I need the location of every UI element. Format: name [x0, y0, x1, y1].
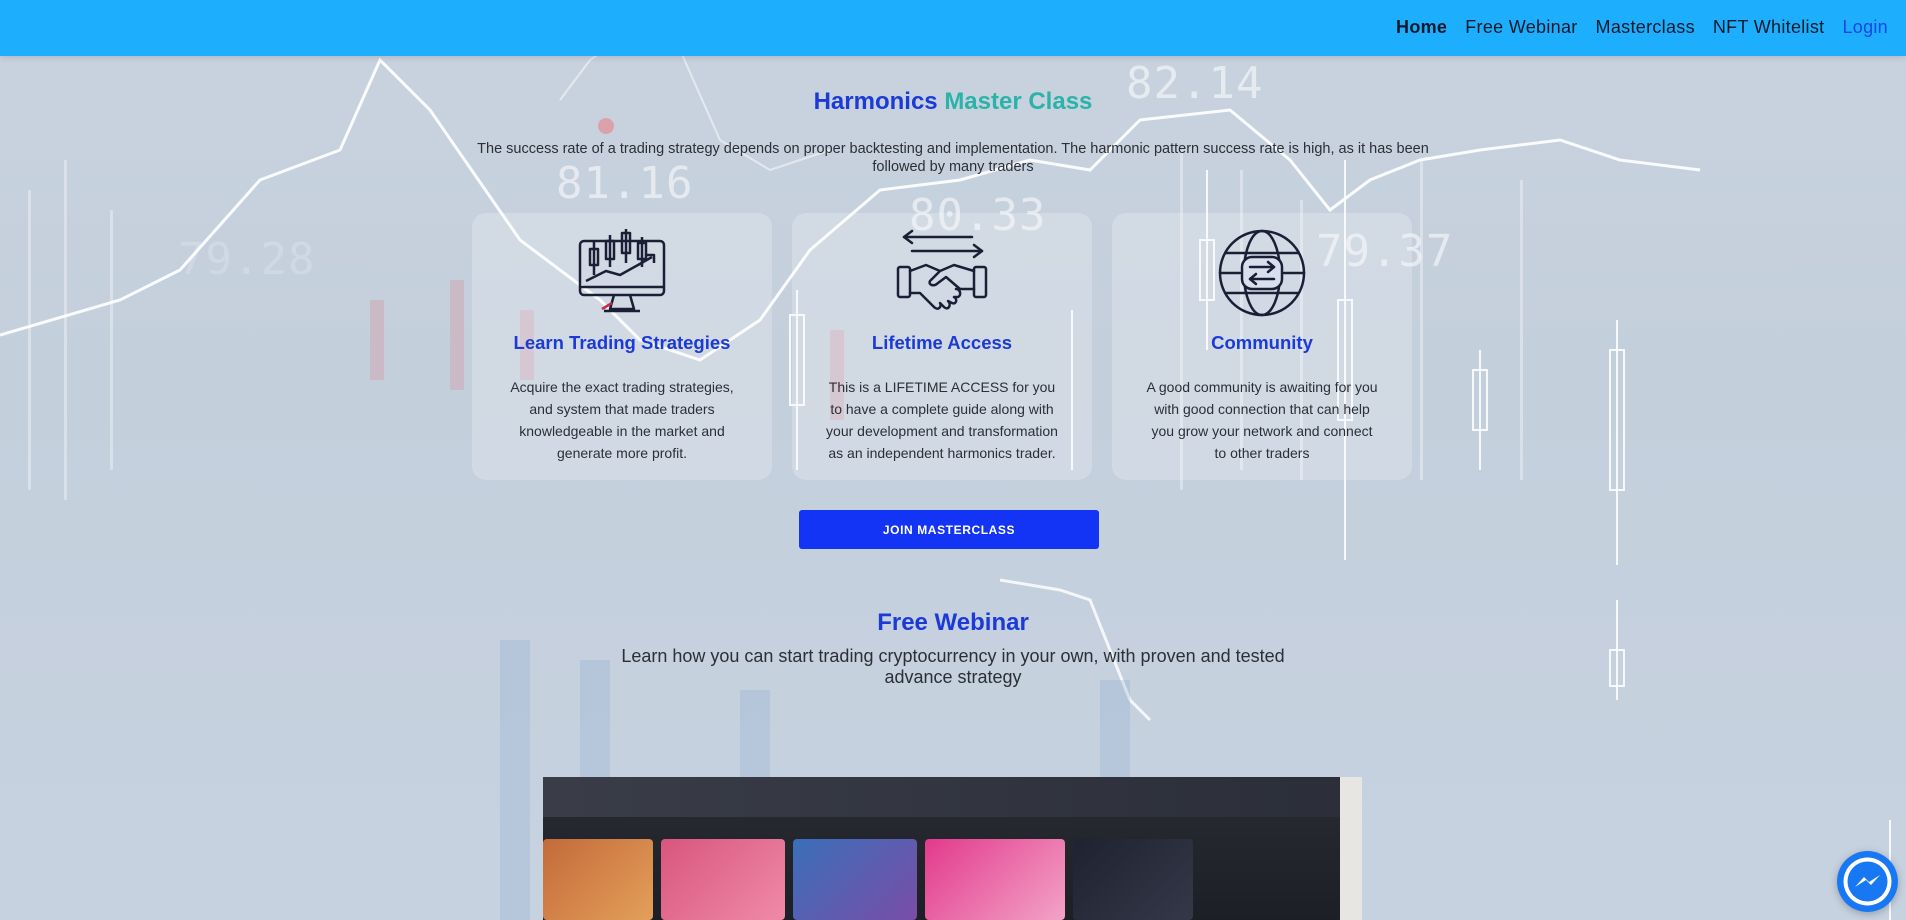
video-thumbnail	[543, 839, 653, 920]
monitor-candlestick-chart-icon	[578, 229, 666, 313]
video-thumbnail	[1073, 839, 1193, 920]
globe-exchange-icon	[1218, 229, 1306, 317]
masterclass-title-main: Harmonics	[813, 88, 938, 115]
nav-link-home[interactable]: Home	[1396, 17, 1447, 38]
top-navbar: Home Free Webinar Masterclass NFT Whitel…	[0, 0, 1906, 56]
webinar-description: Learn how you can start trading cryptocu…	[621, 646, 1285, 687]
card-text: A good community is awaiting for you wit…	[1146, 379, 1378, 461]
video-frame-edge	[1340, 777, 1362, 920]
handshake-icon	[896, 229, 988, 310]
join-masterclass-button[interactable]: JOIN MASTERCLASS	[799, 510, 1099, 549]
masterclass-description: The success rate of a trading strategy d…	[477, 141, 1429, 175]
nav-link-masterclass[interactable]: Masterclass	[1596, 17, 1695, 38]
video-thumbnail	[793, 839, 917, 920]
webinar-title: Free Webinar	[877, 609, 1029, 636]
nav-link-free-webinar[interactable]: Free Webinar	[1465, 17, 1577, 38]
feature-card-lifetime-access: Lifetime Access This is a LIFETIME ACCES…	[792, 213, 1092, 480]
video-browser-bar	[543, 777, 1362, 817]
masterclass-title-accent: Master Class	[944, 88, 1093, 115]
card-text: This is a LIFETIME ACCESS for you to hav…	[826, 379, 1058, 461]
feature-card-community: Community A good community is awaiting f…	[1112, 213, 1412, 480]
nav-link-nft-whitelist[interactable]: NFT Whitelist	[1713, 17, 1825, 38]
messenger-chat-button[interactable]	[1837, 851, 1898, 912]
messenger-icon	[1843, 857, 1892, 906]
video-thumbnail	[925, 839, 1065, 920]
card-title: Learn Trading Strategies	[513, 332, 731, 353]
masterclass-title: Harmonics Master Class	[0, 88, 1906, 116]
main-content: Harmonics Master Class The success rate …	[0, 0, 1906, 920]
webinar-video[interactable]	[543, 777, 1362, 920]
card-title: Community	[1211, 332, 1313, 353]
card-text: Acquire the exact trading strategies, an…	[510, 379, 734, 461]
feature-card-learn-trading: Learn Trading Strategies Acquire the exa…	[472, 213, 772, 480]
nav-links: Home Free Webinar Masterclass NFT Whitel…	[1396, 17, 1888, 38]
card-title: Lifetime Access	[871, 332, 1013, 353]
nav-link-login[interactable]: Login	[1842, 17, 1888, 38]
video-thumbnail	[661, 839, 785, 920]
